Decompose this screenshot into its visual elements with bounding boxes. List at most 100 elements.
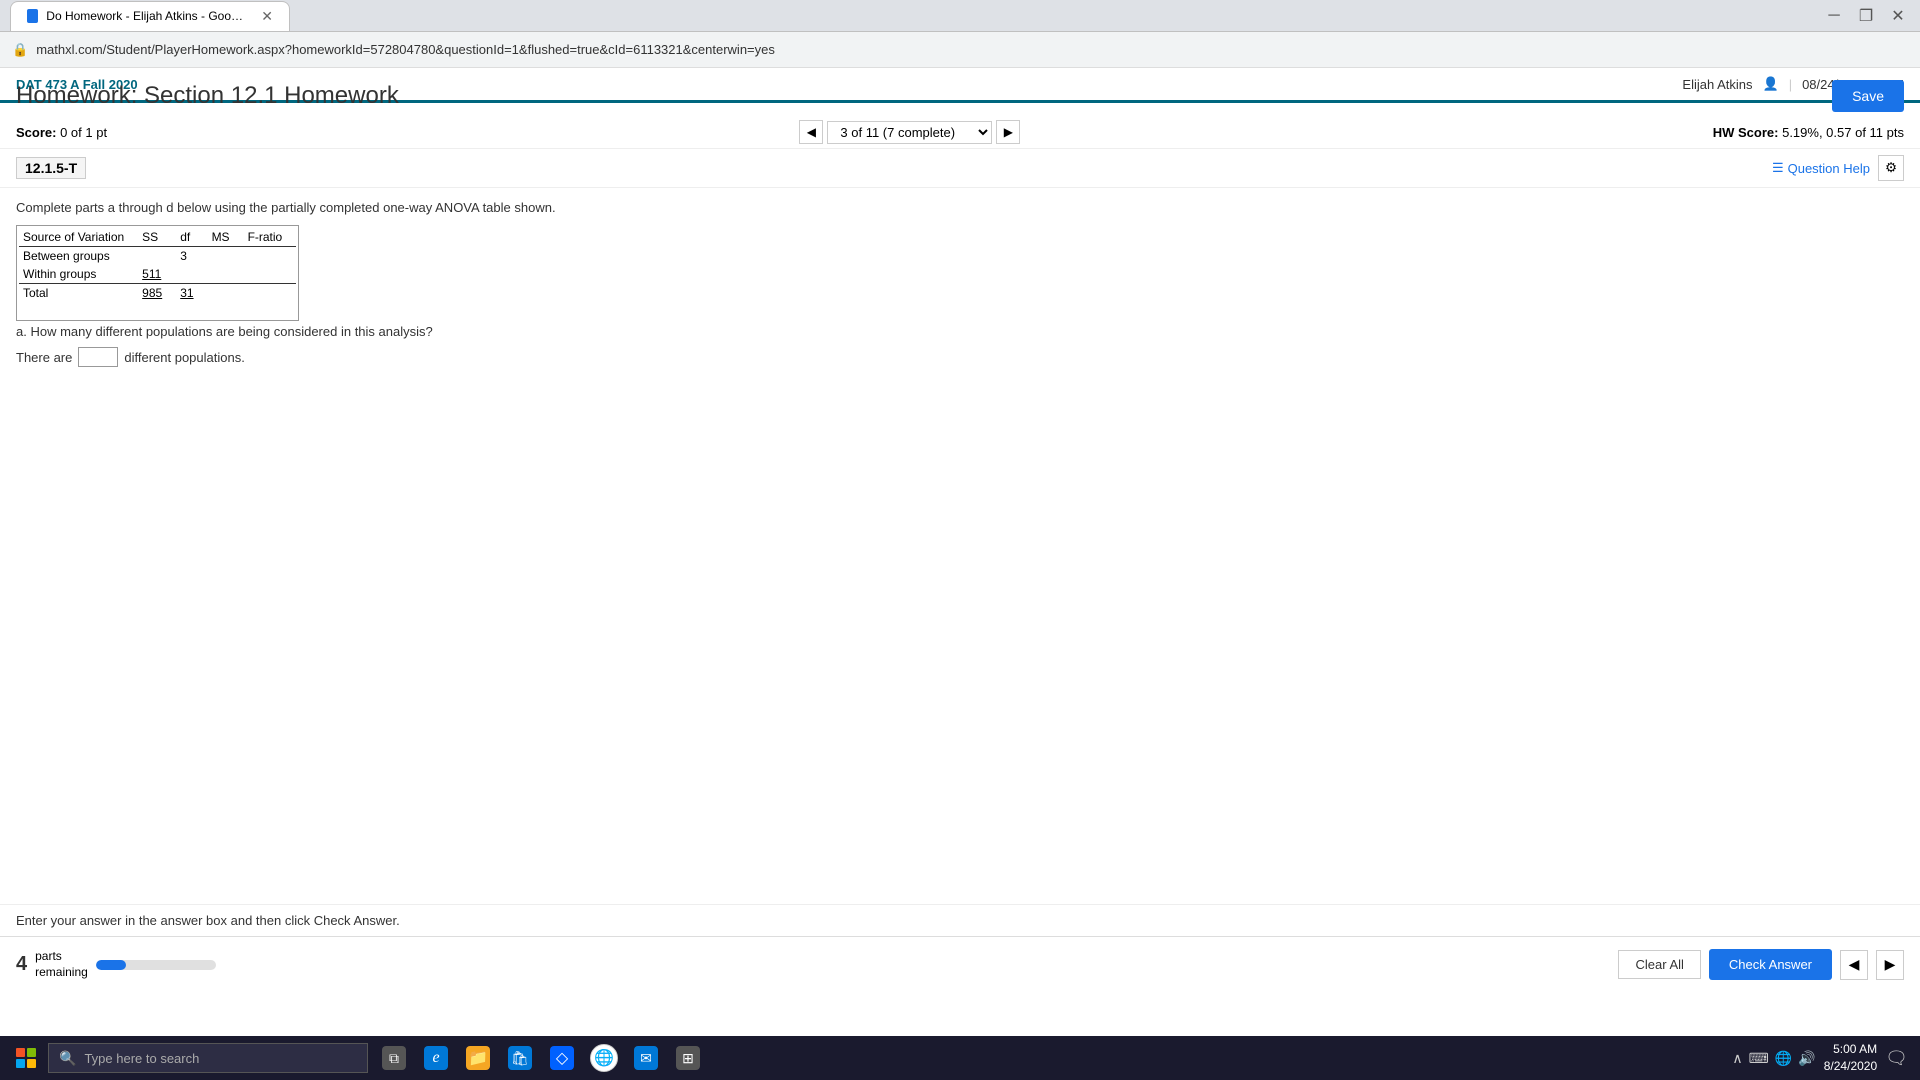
taskbar-time: 5:00 AM <box>1824 1041 1877 1058</box>
apps-icon[interactable]: ⊞ <box>668 1036 708 1080</box>
taskbar-search[interactable]: 🔍 Type here to search <box>48 1043 368 1073</box>
close-button[interactable]: ✕ <box>1886 4 1910 28</box>
file-explorer-icon[interactable]: 📁 <box>458 1036 498 1080</box>
prev-question-button[interactable]: ◀ <box>799 120 823 144</box>
tab-close-button[interactable]: ✕ <box>261 8 273 25</box>
row-fr-between <box>244 247 297 266</box>
tray-keyboard-icon: ⌨ <box>1749 1050 1769 1067</box>
col-header-source: Source of Variation <box>19 228 138 247</box>
col-header-ss: SS <box>138 228 176 247</box>
taskview-symbol: ⧉ <box>389 1050 399 1067</box>
check-answer-button[interactable]: Check Answer <box>1709 949 1832 980</box>
parts-remaining-number: 4 <box>16 953 27 976</box>
browser-tab[interactable]: Do Homework - Elijah Atkins - Google Chr… <box>10 1 290 31</box>
search-placeholder: Type here to search <box>84 1051 199 1066</box>
row-df-between: 3 <box>176 247 207 266</box>
row-fr-within <box>244 265 297 284</box>
answer-suffix: different populations. <box>124 350 244 365</box>
settings-button[interactable]: ⚙ <box>1878 155 1904 181</box>
score-bar: Score: 0 of 1 pt ◀ 3 of 11 (7 complete) … <box>0 116 1920 149</box>
table-row: Total 985 31 <box>19 284 296 303</box>
main-content: Complete parts a through d below using t… <box>0 188 1920 379</box>
apps-shape: ⊞ <box>676 1046 700 1070</box>
tab-title: Do Homework - Elijah Atkins - Google Chr… <box>46 9 245 23</box>
explorer-shape: 📁 <box>466 1046 490 1070</box>
next-question-button[interactable]: ▶ <box>996 120 1020 144</box>
answer-bar-right: Clear All Check Answer ◀ ▶ <box>1618 949 1904 980</box>
url-field[interactable]: mathxl.com/Student/PlayerHomework.aspx?h… <box>36 42 1908 57</box>
start-button[interactable] <box>4 1036 48 1080</box>
clear-all-button[interactable]: Clear All <box>1618 950 1700 979</box>
instruction-text: Complete parts a through d below using t… <box>16 200 1904 215</box>
chrome-symbol: 🌐 <box>594 1048 614 1068</box>
taskview-icon[interactable]: ⧉ <box>374 1036 414 1080</box>
row-fr-total <box>244 284 297 303</box>
apps-symbol: ⊞ <box>682 1050 694 1067</box>
footer-instruction: Enter your answer in the answer box and … <box>0 904 1920 936</box>
notification-icon[interactable]: 🗨 <box>1885 1048 1908 1069</box>
taskbar-date: 8/24/2020 <box>1824 1058 1877 1075</box>
anova-table-wrapper: Source of Variation SS df MS F-ratio Bet… <box>16 225 299 321</box>
chrome-icon[interactable]: 🌐 <box>584 1036 624 1080</box>
parts-remaining-label: parts remaining <box>35 949 88 980</box>
table-row: Between groups 3 <box>19 247 296 266</box>
taskbar-right: ∧ ⌨ 🌐 🔊 5:00 AM 8/24/2020 🗨 <box>1732 1041 1916 1075</box>
taskbar-clock[interactable]: 5:00 AM 8/24/2020 <box>1824 1041 1877 1075</box>
edge-icon[interactable]: e <box>416 1036 456 1080</box>
browser-addressbar: 🔒 mathxl.com/Student/PlayerHomework.aspx… <box>0 32 1920 68</box>
parts-remaining: 4 parts remaining <box>16 949 216 980</box>
question-help-button[interactable]: ☰ Question Help <box>1772 160 1870 176</box>
chrome-shape: 🌐 <box>590 1044 618 1072</box>
save-button[interactable]: Save <box>1832 80 1904 112</box>
explorer-symbol: 📁 <box>468 1048 488 1068</box>
search-icon: 🔍 <box>59 1050 76 1067</box>
edge-symbol: e <box>432 1049 439 1067</box>
hw-score-label: HW Score: <box>1713 125 1779 140</box>
row-ss-between <box>138 247 176 266</box>
taskview-shape: ⧉ <box>382 1046 406 1070</box>
mail-shape: ✉ <box>634 1046 658 1070</box>
row-ms-within <box>208 265 244 284</box>
store-symbol: 🛍 <box>511 1050 529 1067</box>
score-value: 0 of 1 pt <box>60 125 107 140</box>
tray-icons: ∧ ⌨ 🌐 🔊 <box>1732 1050 1815 1067</box>
lock-icon: 🔒 <box>12 42 28 58</box>
browser-window-controls: ─ ❐ ✕ <box>1822 4 1910 28</box>
content-area: Homework: Section 12.1 Homework Save Sco… <box>0 68 1920 1036</box>
row-ss-within: 511 <box>138 265 176 284</box>
tray-up-icon[interactable]: ∧ <box>1732 1050 1742 1067</box>
tab-favicon <box>27 9 38 23</box>
mail-symbol: ✉ <box>640 1050 652 1067</box>
col-header-ms: MS <box>208 228 244 247</box>
col-header-df: df <box>176 228 207 247</box>
progress-bar-fill <box>96 960 126 970</box>
row-source-total: Total <box>19 284 138 303</box>
row-source-within: Within groups <box>19 265 138 284</box>
question-label-bar: 12.1.5-T ☰ Question Help ⚙ <box>0 149 1920 188</box>
minimize-button[interactable]: ─ <box>1822 4 1846 28</box>
answer-input[interactable] <box>78 347 118 367</box>
win-logo-quad-green <box>27 1048 36 1057</box>
next-nav-arrow-button[interactable]: ▶ <box>1876 950 1904 980</box>
mail-icon[interactable]: ✉ <box>626 1036 666 1080</box>
score-label: Score: <box>16 125 56 140</box>
store-icon[interactable]: 🛍 <box>500 1036 540 1080</box>
windows-logo-icon <box>16 1048 36 1068</box>
restore-button[interactable]: ❐ <box>1854 4 1878 28</box>
table-row: Within groups 511 <box>19 265 296 284</box>
page-title: Homework: Section 12.1 Homework <box>16 82 399 110</box>
dropbox-icon[interactable]: ◇ <box>542 1036 582 1080</box>
question-navigation: ◀ 3 of 11 (7 complete) ▶ <box>799 120 1020 144</box>
win-logo-quad-yellow <box>27 1059 36 1068</box>
tray-volume-icon[interactable]: 🔊 <box>1798 1050 1815 1067</box>
browser-titlebar: Do Homework - Elijah Atkins - Google Chr… <box>0 0 1920 32</box>
anova-table: Source of Variation SS df MS F-ratio Bet… <box>19 228 296 302</box>
prev-nav-arrow-button[interactable]: ◀ <box>1840 950 1868 980</box>
hw-score-display: HW Score: 5.19%, 0.57 of 11 pts <box>1713 125 1904 140</box>
row-ss-total: 985 <box>138 284 176 303</box>
question-id: 12.1.5-T <box>16 157 86 179</box>
question-selector[interactable]: 3 of 11 (7 complete) <box>827 121 992 144</box>
row-source-between: Between groups <box>19 247 138 266</box>
dropbox-shape: ◇ <box>550 1046 574 1070</box>
taskbar-icons: ⧉ e 📁 🛍 ◇ 🌐 <box>374 1036 708 1080</box>
